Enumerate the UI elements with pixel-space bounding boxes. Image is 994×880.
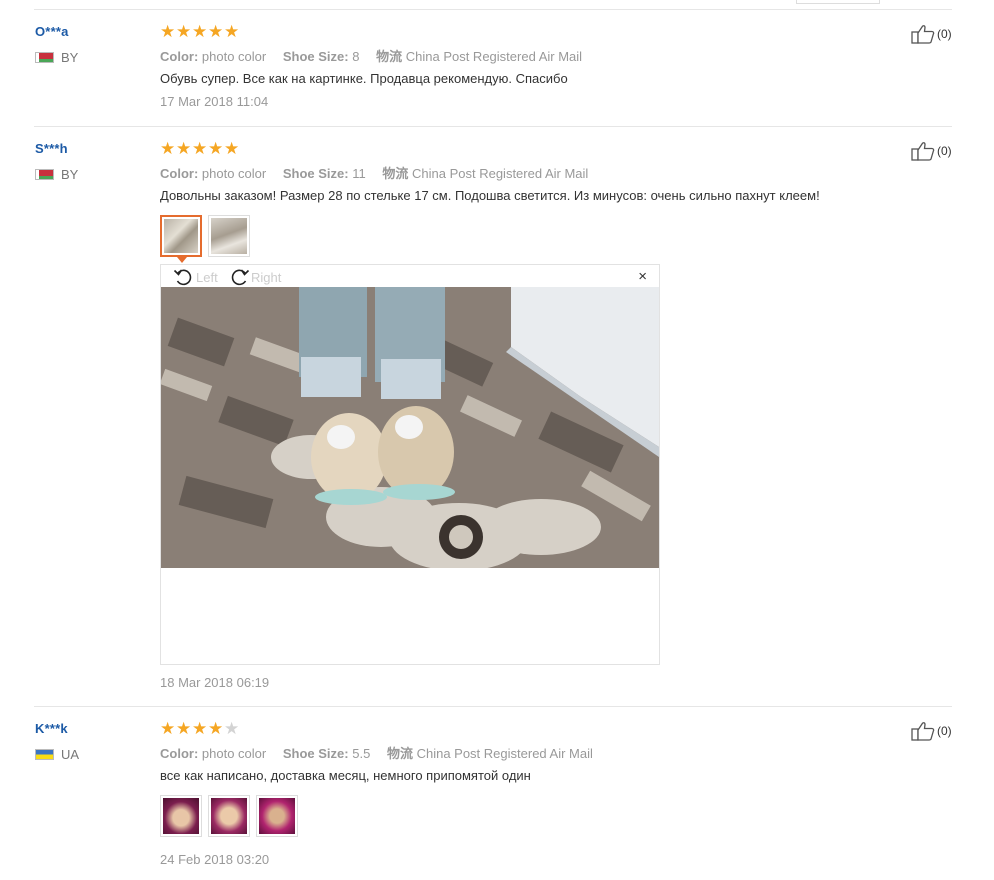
review-photo-large <box>161 287 659 568</box>
reviewer-country: UA <box>35 747 79 762</box>
sort-dropdown[interactable] <box>796 0 880 4</box>
shipping-label: 物流 <box>376 49 403 64</box>
review-photo-thumbnail[interactable] <box>208 215 250 257</box>
helpful-count: (0) <box>937 144 952 158</box>
shoe-size-value: 11 <box>352 166 366 181</box>
photo-illustration <box>161 287 659 568</box>
reviewer-country: BY <box>35 50 78 65</box>
review-photos <box>160 215 250 257</box>
thumbs-up-icon <box>911 142 935 161</box>
photo-viewer: Left Right × <box>160 264 660 665</box>
rotate-left-label: Left <box>196 269 218 285</box>
shoe-size-label: Shoe Size: <box>282 166 349 181</box>
shoe-size-value: 5.5 <box>352 746 371 761</box>
star-icon: ★ <box>160 22 176 41</box>
review-photos <box>160 795 298 837</box>
review-date: 18 Mar 2018 06:19 <box>160 675 270 690</box>
shipping-label: 物流 <box>386 746 413 761</box>
review-divider <box>34 126 952 127</box>
star-icon: ★ <box>208 139 224 158</box>
color-value: photo color <box>201 746 267 761</box>
helpful-count: (0) <box>937 27 952 41</box>
thumbs-up-icon <box>911 25 935 44</box>
shoe-size-label: Shoe Size: <box>282 49 349 64</box>
color-label: Color: <box>160 746 199 761</box>
rotate-right-label: Right <box>251 269 282 285</box>
review-text: Довольны заказом! Размер 28 по стельке 1… <box>160 188 820 203</box>
color-value: photo color <box>201 166 267 181</box>
star-rating: ★ ★ ★ ★ ★ <box>160 139 240 158</box>
reviewer-country: BY <box>35 167 78 182</box>
reviewer-name[interactable]: O***a <box>35 24 69 39</box>
shipping-label: 物流 <box>382 166 409 181</box>
shipping-value: China Post Registered Air Mail <box>412 166 589 181</box>
photo-viewer-toolbar: Left Right × <box>161 265 659 287</box>
rotate-right-icon <box>231 269 250 286</box>
star-icon: ★ <box>224 139 240 158</box>
flag-icon-by <box>35 169 54 180</box>
helpful-button[interactable]: (0) <box>911 721 952 741</box>
color-label: Color: <box>160 166 199 181</box>
star-icon: ★ <box>176 139 192 158</box>
thumbs-up-icon <box>911 722 935 741</box>
order-info: Color: photo color Shoe Size: 11 物流 Chin… <box>160 163 588 182</box>
star-empty-icon: ★ <box>224 719 240 738</box>
review-text: Обувь супер. Все как на картинке. Продав… <box>160 71 568 86</box>
star-rating: ★ ★ ★ ★ ★ <box>160 22 240 41</box>
review-text: все как написано, доставка месяц, немног… <box>160 768 531 783</box>
country-code: BY <box>61 167 79 182</box>
review-divider <box>34 706 952 707</box>
star-icon: ★ <box>192 139 208 158</box>
star-icon: ★ <box>160 719 176 738</box>
close-icon[interactable]: × <box>638 269 647 284</box>
helpful-button[interactable]: (0) <box>911 141 952 161</box>
rotate-right-button[interactable]: Right <box>228 267 281 287</box>
star-icon: ★ <box>208 719 224 738</box>
reviewer-name[interactable]: S***h <box>35 141 68 156</box>
shipping-value: China Post Registered Air Mail <box>416 746 593 761</box>
helpful-button[interactable]: (0) <box>911 24 952 44</box>
color-value: photo color <box>201 49 267 64</box>
star-icon: ★ <box>192 22 208 41</box>
order-info: Color: photo color Shoe Size: 5.5 物流 Chi… <box>160 743 593 762</box>
rotate-left-icon <box>173 269 192 286</box>
star-icon: ★ <box>176 22 192 41</box>
flag-icon-by <box>35 52 54 63</box>
reviewer-name[interactable]: K***k <box>35 721 68 736</box>
review-photo-thumbnail[interactable] <box>160 215 202 257</box>
color-label: Color: <box>160 49 199 64</box>
star-icon: ★ <box>192 719 208 738</box>
helpful-count: (0) <box>937 724 952 738</box>
active-thumbnail-caret <box>177 257 187 263</box>
star-icon: ★ <box>160 139 176 158</box>
star-icon: ★ <box>208 22 224 41</box>
shoe-size-label: Shoe Size: <box>282 746 349 761</box>
shipping-value: China Post Registered Air Mail <box>405 49 583 64</box>
star-rating: ★ ★ ★ ★ ★ <box>160 719 240 738</box>
flag-icon-ua <box>35 749 54 760</box>
star-icon: ★ <box>224 22 240 41</box>
review-photo-thumbnail[interactable] <box>208 795 250 837</box>
review-date: 24 Feb 2018 03:20 <box>160 852 270 867</box>
country-code: UA <box>61 747 80 762</box>
review-photo-thumbnail[interactable] <box>160 795 202 837</box>
order-info: Color: photo color Shoe Size: 8 物流 China… <box>160 46 582 65</box>
rotate-left-button[interactable]: Left <box>173 267 218 287</box>
top-divider <box>34 9 952 10</box>
star-icon: ★ <box>176 719 192 738</box>
shoe-size-value: 8 <box>352 49 360 64</box>
review-photo-thumbnail[interactable] <box>256 795 298 837</box>
review-date: 17 Mar 2018 11:04 <box>160 94 269 109</box>
country-code: BY <box>61 50 79 65</box>
